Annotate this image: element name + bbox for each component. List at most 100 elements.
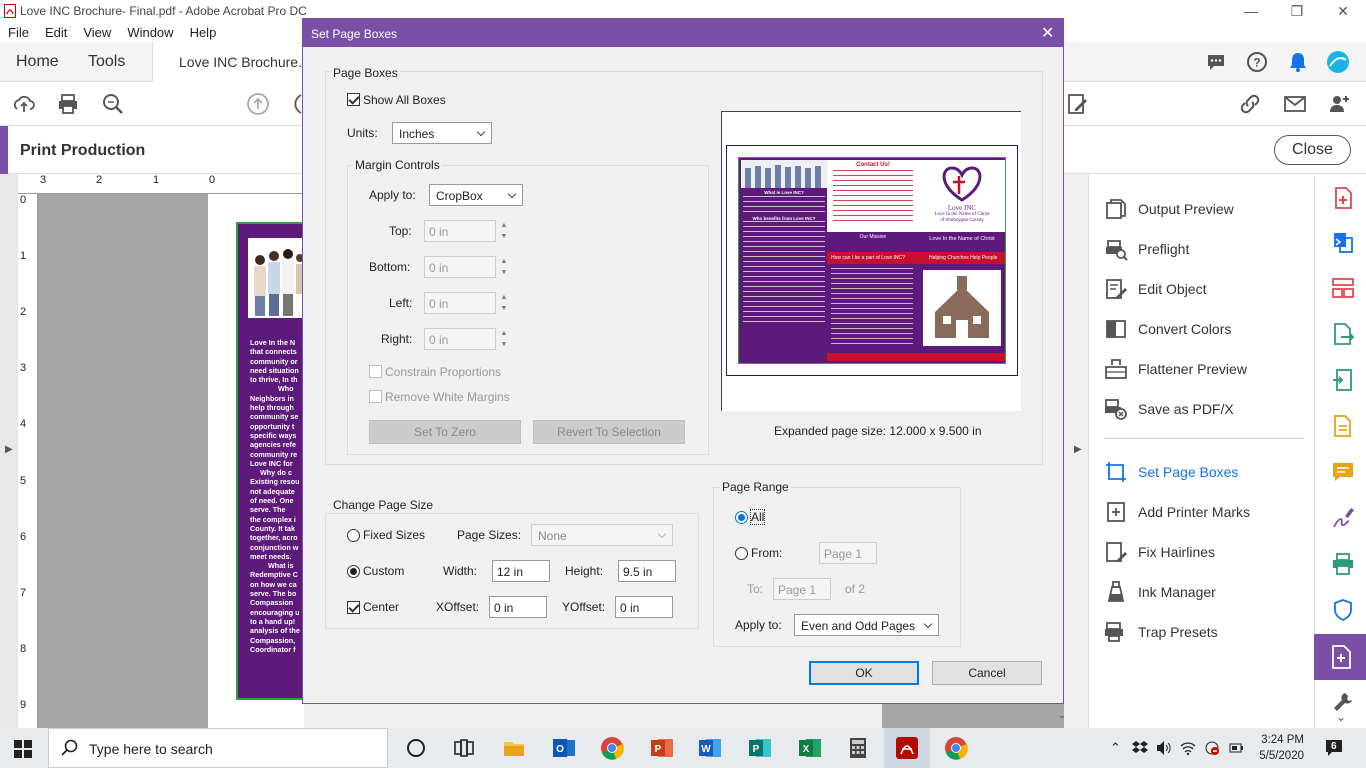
word-icon[interactable]: W (698, 736, 722, 760)
dialog-close-icon[interactable]: ✕ (1041, 23, 1054, 43)
to-page-input[interactable]: Page 1 (773, 578, 831, 600)
wifi-icon[interactable] (1180, 740, 1196, 756)
print-production-tool-icon[interactable] (1331, 552, 1355, 576)
profile-avatar-icon[interactable] (1326, 50, 1350, 74)
notifications-bell-icon[interactable] (1288, 51, 1308, 73)
bottom-margin-stepper[interactable]: ▲ ▼ (497, 256, 511, 278)
margin-apply-to-select[interactable]: CropBox (429, 184, 523, 206)
expand-right-pane-icon[interactable]: ▶ (1074, 444, 1082, 455)
menu-file[interactable]: File (8, 25, 29, 40)
constrain-proportions-checkbox[interactable] (369, 365, 382, 378)
tool-ink-manager[interactable]: Ink Manager (1104, 580, 1216, 604)
restore-button[interactable]: ❐ (1274, 0, 1320, 22)
help-icon[interactable]: ? (1246, 51, 1268, 73)
edit-pdf-tool-icon[interactable] (1331, 368, 1355, 392)
set-to-zero-button[interactable]: Set To Zero (369, 420, 521, 444)
volume-icon[interactable] (1156, 740, 1172, 756)
bottom-margin-input[interactable]: 0 in (424, 256, 496, 278)
tool-save-as-pdfx[interactable]: Save as PDF/X (1104, 397, 1234, 421)
page-sizes-select[interactable]: None (531, 524, 673, 546)
tool-trap-presets[interactable]: Trap Presets (1104, 620, 1218, 644)
dropbox-icon[interactable] (1132, 740, 1148, 756)
email-icon[interactable] (1283, 92, 1307, 116)
create-pdf-icon[interactable] (1331, 186, 1355, 210)
print-icon[interactable] (56, 92, 80, 116)
ok-button[interactable]: OK (809, 661, 919, 685)
taskbar-clock[interactable]: 3:24 PM 5/5/2020 (1254, 732, 1304, 764)
battery-icon[interactable] (1228, 740, 1244, 756)
calculator-icon[interactable] (846, 736, 870, 760)
custom-size-radio[interactable] (347, 565, 360, 578)
from-page-radio[interactable] (735, 547, 748, 560)
comment-icon[interactable] (1206, 52, 1226, 72)
combine-files-icon[interactable] (1331, 230, 1355, 254)
acrobat-taskbar-active[interactable] (884, 728, 930, 768)
yoffset-input[interactable]: 0 in (615, 596, 673, 618)
network-blocked-icon[interactable] (1204, 740, 1220, 756)
publisher-icon[interactable]: P (748, 736, 772, 760)
tool-preflight[interactable]: Preflight (1104, 237, 1189, 261)
link-icon[interactable] (1238, 92, 1262, 116)
organize-pages-icon[interactable] (1331, 276, 1355, 300)
cortana-icon[interactable] (404, 736, 428, 760)
powerpoint-icon[interactable]: P (650, 736, 674, 760)
tool-fix-hairlines[interactable]: Fix Hairlines (1104, 540, 1215, 564)
active-tool-highlight[interactable] (1314, 634, 1366, 680)
tool-set-page-boxes[interactable]: Set Page Boxes (1104, 460, 1238, 484)
tab-document[interactable]: Love INC Brochure... (152, 42, 312, 82)
height-input[interactable]: 9.5 in (618, 560, 676, 582)
fill-sign-icon[interactable] (1331, 506, 1355, 530)
cancel-button[interactable]: Cancel (932, 661, 1042, 685)
tool-add-printer-marks[interactable]: Add Printer Marks (1104, 500, 1250, 524)
export-pdf-icon[interactable] (1331, 322, 1355, 346)
windows-start-icon[interactable] (14, 740, 32, 758)
chrome-icon[interactable] (600, 736, 624, 760)
top-margin-stepper[interactable]: ▲ ▼ (497, 220, 511, 242)
export-file-icon[interactable] (1331, 414, 1355, 438)
tab-home[interactable]: Home (16, 53, 59, 71)
units-select[interactable]: Inches (392, 122, 492, 144)
add-user-icon[interactable] (1327, 92, 1351, 116)
tab-tools[interactable]: Tools (88, 53, 125, 71)
outlook-icon[interactable]: O (552, 736, 576, 760)
tool-convert-colors[interactable]: Convert Colors (1104, 317, 1231, 341)
excel-icon[interactable]: X (798, 736, 822, 760)
upload-icon[interactable] (12, 92, 36, 116)
even-odd-pages-select[interactable]: Even and Odd Pages (794, 614, 939, 636)
chrome-profile-icon[interactable] (944, 736, 968, 760)
edit-pdf-icon[interactable] (1066, 92, 1090, 116)
width-input[interactable]: 12 in (492, 560, 550, 582)
previous-page-icon[interactable] (246, 92, 270, 116)
menu-window[interactable]: Window (127, 25, 173, 40)
document-page[interactable]: Love In the N that connects community or… (208, 194, 304, 728)
tool-output-preview[interactable]: Output Preview (1104, 197, 1234, 221)
menu-help[interactable]: Help (190, 25, 217, 40)
top-margin-input[interactable]: 0 in (424, 220, 496, 242)
xoffset-input[interactable]: 0 in (489, 596, 547, 618)
fixed-sizes-radio[interactable] (347, 529, 360, 542)
expand-left-pane-icon[interactable]: ▶ (5, 444, 13, 455)
left-margin-stepper[interactable]: ▲ ▼ (497, 292, 511, 314)
right-margin-stepper[interactable]: ▲ ▼ (497, 328, 511, 350)
center-checkbox[interactable] (347, 601, 360, 614)
task-view-icon[interactable] (452, 736, 476, 760)
left-margin-input[interactable]: 0 in (424, 292, 496, 314)
show-hidden-icons-icon[interactable]: ⌃ (1110, 740, 1121, 756)
window-close-button[interactable]: ✕ (1320, 0, 1366, 22)
menu-view[interactable]: View (83, 25, 111, 40)
taskbar-search-box[interactable]: Type here to search (48, 728, 388, 768)
protect-shield-icon[interactable] (1331, 598, 1355, 622)
remove-white-margins-checkbox[interactable] (369, 390, 382, 403)
menu-edit[interactable]: Edit (45, 25, 67, 40)
right-margin-input[interactable]: 0 in (424, 328, 496, 350)
comment-tool-icon[interactable] (1331, 460, 1355, 484)
all-pages-radio[interactable] (735, 511, 748, 524)
close-tool-button[interactable]: Close (1274, 135, 1351, 165)
revert-to-selection-button[interactable]: Revert To Selection (533, 420, 685, 444)
more-tools-chevron-icon[interactable]: ⌄ (1336, 710, 1346, 724)
from-page-input[interactable]: Page 1 (819, 542, 877, 564)
vertical-scrollbar[interactable]: ▶ ⌄ (1058, 174, 1088, 728)
file-explorer-icon[interactable] (502, 736, 526, 760)
tool-edit-object[interactable]: Edit Object (1104, 277, 1206, 301)
tool-flattener-preview[interactable]: Flattener Preview (1104, 357, 1247, 381)
